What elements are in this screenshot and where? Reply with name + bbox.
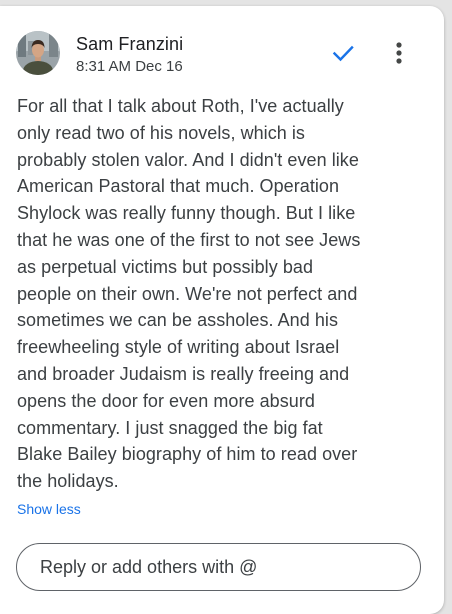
more-vert-icon — [396, 42, 402, 64]
comment-body: For all that I talk about Roth, I've act… — [17, 96, 361, 492]
resolve-button[interactable] — [326, 36, 360, 70]
avatar — [16, 31, 60, 75]
comment-timestamp: 8:31 AM Dec 16 — [76, 58, 183, 75]
comment-card: Sam Franzini 8:31 AM Dec 16 For all that… — [0, 6, 444, 614]
reply-input[interactable] — [40, 556, 400, 578]
checkmark-icon — [332, 45, 354, 62]
author-name: Sam Franzini — [76, 34, 184, 54]
avatar-photo — [16, 31, 60, 75]
show-less-link[interactable]: Show less — [17, 501, 81, 517]
reply-box[interactable] — [16, 543, 421, 591]
more-options-button[interactable] — [384, 36, 414, 70]
